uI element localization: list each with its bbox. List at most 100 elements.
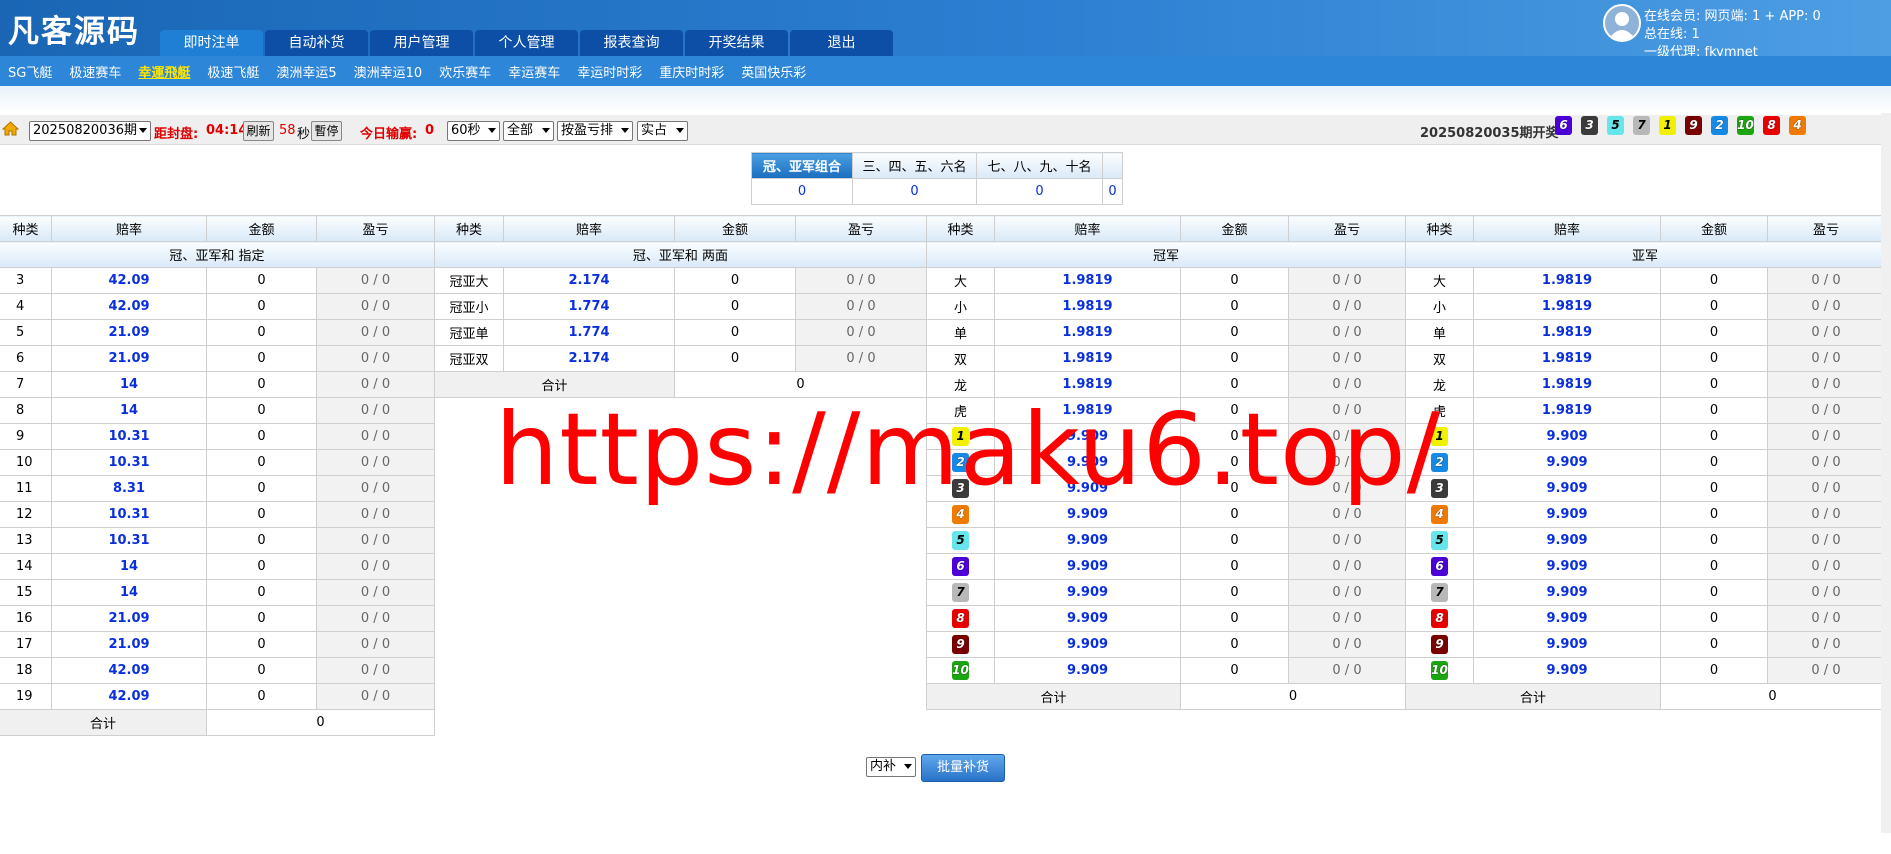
subnav-item-10[interactable]: 英国快乐彩 xyxy=(741,62,806,81)
scope-select[interactable]: 全部 xyxy=(503,121,554,141)
subnav-item-1[interactable]: 极速赛车 xyxy=(69,62,121,81)
tab-4[interactable]: 报表查询 xyxy=(580,30,683,56)
row-odds[interactable]: 14 xyxy=(51,553,207,580)
row-odds[interactable]: 42.09 xyxy=(51,293,207,320)
close-countdown-time: 04:14 xyxy=(206,123,248,138)
combo-tab-1[interactable]: 三、四、五、六名 xyxy=(852,152,977,179)
row-kind: 5 xyxy=(0,319,52,346)
subnav-item-9[interactable]: 重庆时时彩 xyxy=(659,62,724,81)
combo-tab-0[interactable]: 冠、亚军组合 xyxy=(751,152,853,179)
tab-1[interactable]: 自动补货 xyxy=(265,30,368,56)
row-odds[interactable]: 9.909 xyxy=(994,631,1181,658)
row-odds[interactable]: 9.909 xyxy=(994,553,1181,580)
row-odds[interactable]: 1.9819 xyxy=(994,345,1181,372)
row-odds[interactable]: 10.31 xyxy=(51,501,207,528)
row-odds[interactable]: 9.909 xyxy=(1473,501,1661,528)
total-row: 合计 0 xyxy=(1405,683,1885,710)
row-odds[interactable]: 21.09 xyxy=(51,605,207,632)
row-winloss: 0 / 0 xyxy=(316,501,435,528)
period-select[interactable]: 20250820036期 xyxy=(29,121,151,141)
row-odds[interactable]: 9.909 xyxy=(1473,553,1661,580)
row-odds[interactable]: 1.9819 xyxy=(994,267,1181,294)
tab-5[interactable]: 开奖结果 xyxy=(685,30,788,56)
row-winloss: 0 / 0 xyxy=(1767,319,1885,346)
subnav-item-3[interactable]: 极速飞艇 xyxy=(207,62,259,81)
row-odds[interactable]: 10.31 xyxy=(51,449,207,476)
row-odds[interactable]: 9.909 xyxy=(1473,631,1661,658)
row-winloss: 0 / 0 xyxy=(1767,631,1885,658)
subnav-item-5[interactable]: 澳洲幸运10 xyxy=(354,62,423,81)
subnav-item-0[interactable]: SG飞艇 xyxy=(8,62,52,81)
table-row: 大 1.9819 0 0 / 0 xyxy=(926,267,1406,294)
row-odds[interactable]: 9.909 xyxy=(994,527,1181,554)
pause-button[interactable]: 暫停 xyxy=(311,121,342,141)
row-odds[interactable]: 1.9819 xyxy=(1473,293,1661,320)
subnav-item-4[interactable]: 澳洲幸运5 xyxy=(276,62,336,81)
subnav-item-8[interactable]: 幸运时时彩 xyxy=(577,62,642,81)
row-odds[interactable]: 1.9819 xyxy=(994,319,1181,346)
tab-6[interactable]: 退出 xyxy=(790,30,893,56)
row-odds[interactable]: 9.909 xyxy=(1473,527,1661,554)
row-odds[interactable]: 9.909 xyxy=(1473,423,1661,450)
table-row: 龙 1.9819 0 0 / 0 xyxy=(1405,371,1885,398)
tab-0[interactable]: 即时注单 xyxy=(160,30,263,56)
subnav-item-7[interactable]: 幸运赛车 xyxy=(508,62,560,81)
combo-tab-3[interactable] xyxy=(1102,152,1123,179)
row-odds[interactable]: 9.909 xyxy=(994,605,1181,632)
row-amount: 0 xyxy=(206,449,317,476)
row-odds[interactable]: 42.09 xyxy=(51,683,207,710)
row-odds[interactable]: 9.909 xyxy=(1473,475,1661,502)
row-odds[interactable]: 1.9819 xyxy=(1473,345,1661,372)
row-odds[interactable]: 2.174 xyxy=(503,345,675,372)
mode-select[interactable]: 实占 xyxy=(637,121,688,141)
row-odds[interactable]: 1.9819 xyxy=(1473,371,1661,398)
sort-select[interactable]: 按盈亏排 xyxy=(557,121,633,141)
row-odds[interactable]: 14 xyxy=(51,371,207,398)
row-odds[interactable]: 2.174 xyxy=(503,267,675,294)
row-kind: 19 xyxy=(0,683,52,710)
table-row: 6 9.909 0 0 / 0 xyxy=(926,553,1406,580)
row-odds[interactable]: 21.09 xyxy=(51,319,207,346)
interval-select[interactable]: 60秒 xyxy=(447,121,500,141)
row-odds[interactable]: 1.774 xyxy=(503,319,675,346)
batch-fill-button[interactable]: 批量补货 xyxy=(921,754,1005,782)
row-odds[interactable]: 1.9819 xyxy=(1473,267,1661,294)
row-odds[interactable]: 1.9819 xyxy=(994,293,1181,320)
section-title: 冠、亚军和 两面 xyxy=(434,241,927,268)
row-odds[interactable]: 9.909 xyxy=(1473,605,1661,632)
combo-tab-2[interactable]: 七、八、九、十名 xyxy=(976,152,1103,179)
home-icon[interactable] xyxy=(1,120,20,140)
row-odds[interactable]: 14 xyxy=(51,579,207,606)
row-odds[interactable]: 1.774 xyxy=(503,293,675,320)
page-scrollbar[interactable] xyxy=(1881,113,1891,833)
row-odds[interactable]: 9.909 xyxy=(994,579,1181,606)
row-odds[interactable]: 9.909 xyxy=(1473,579,1661,606)
subnav-item-6[interactable]: 欢乐赛车 xyxy=(439,62,491,81)
row-odds[interactable]: 21.09 xyxy=(51,631,207,658)
row-odds[interactable]: 21.09 xyxy=(51,345,207,372)
row-winloss: 0 / 0 xyxy=(316,319,435,346)
row-amount: 0 xyxy=(206,657,317,684)
fill-mode-select[interactable]: 内补 xyxy=(866,757,916,777)
row-odds[interactable]: 9.909 xyxy=(994,657,1181,684)
row-amount: 0 xyxy=(674,267,796,294)
row-odds[interactable]: 14 xyxy=(51,397,207,424)
row-odds[interactable]: 9.909 xyxy=(1473,449,1661,476)
subnav-item-2[interactable]: 幸運飛艇 xyxy=(138,62,190,81)
row-odds[interactable]: 8.31 xyxy=(51,475,207,502)
row-odds[interactable]: 9.909 xyxy=(1473,657,1661,684)
tab-2[interactable]: 用户管理 xyxy=(370,30,473,56)
combo-value-0: 0 xyxy=(751,178,853,205)
row-odds[interactable]: 10.31 xyxy=(51,527,207,554)
tab-3[interactable]: 个人管理 xyxy=(475,30,578,56)
section-title: 冠、亚军和 指定 xyxy=(0,241,435,268)
row-odds[interactable]: 42.09 xyxy=(51,267,207,294)
row-odds[interactable]: 10.31 xyxy=(51,423,207,450)
row-odds[interactable]: 42.09 xyxy=(51,657,207,684)
table-row: 4 9.909 0 0 / 0 xyxy=(1405,501,1885,528)
refresh-button[interactable]: 刷新 xyxy=(243,121,274,141)
table-sum-sides: 种类 赔率 金额 盈亏 冠、亚军和 两面 冠亚大 2.174 0 0 / 0 冠亚小 1.774 0 0… xyxy=(434,215,927,398)
row-odds[interactable]: 1.9819 xyxy=(1473,397,1661,424)
column-header: 种类 xyxy=(926,215,995,242)
row-odds[interactable]: 1.9819 xyxy=(1473,319,1661,346)
